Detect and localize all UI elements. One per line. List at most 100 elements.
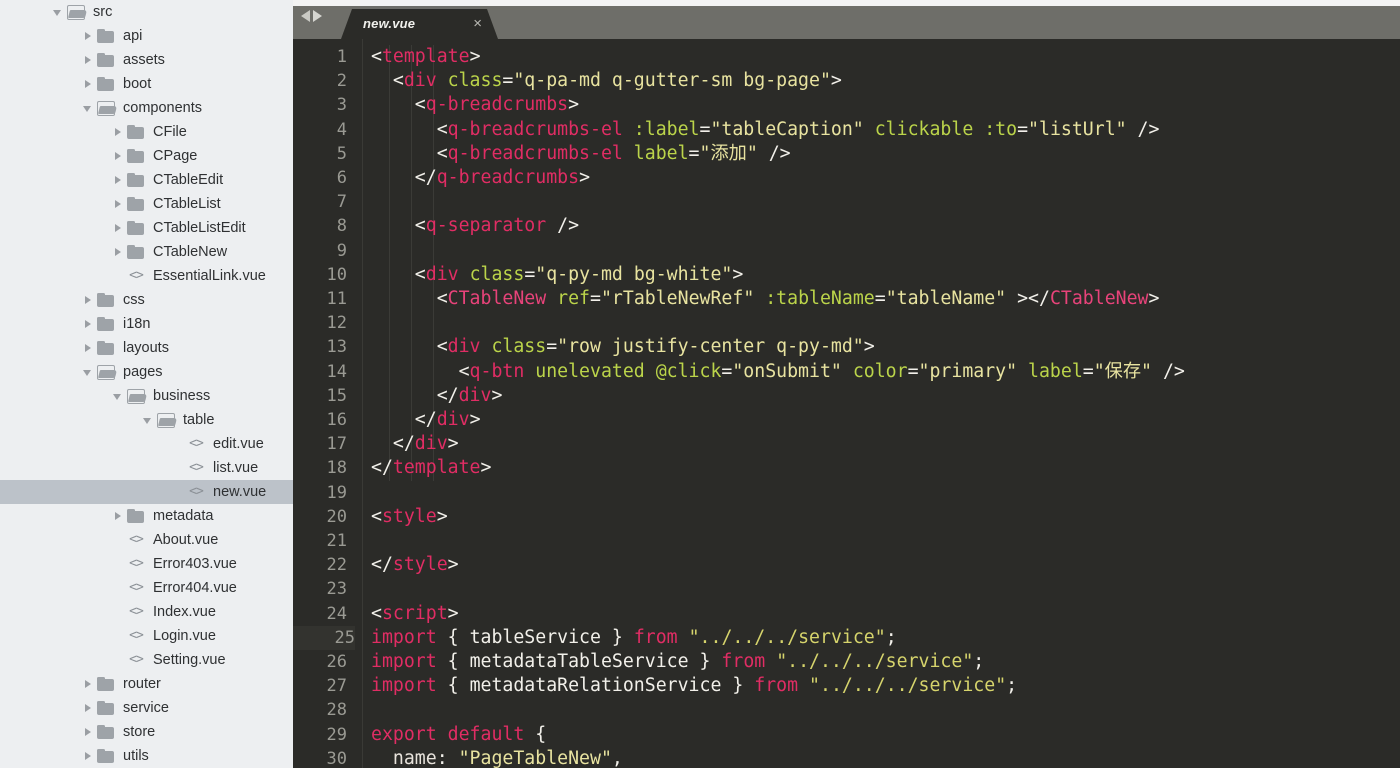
tree-item[interactable]: CTableListEdit xyxy=(0,216,293,240)
tree-item[interactable]: service xyxy=(0,696,293,720)
chevron-right-icon[interactable] xyxy=(82,312,96,336)
code-line[interactable]: <template> xyxy=(371,45,481,69)
editor-tab-new-vue[interactable]: new.vue × xyxy=(341,9,498,39)
code-token-punc: > xyxy=(1148,288,1160,309)
folder-icon xyxy=(126,192,146,216)
vue-file-icon: <> xyxy=(189,484,204,499)
chevron-right-icon[interactable] xyxy=(112,504,126,528)
chevron-right-icon[interactable] xyxy=(82,672,96,696)
tree-item[interactable]: boot xyxy=(0,72,293,96)
tree-item[interactable]: router xyxy=(0,672,293,696)
code-token-str: "q-pa-md q-gutter-sm bg-page" xyxy=(513,70,831,92)
chevron-right-icon[interactable] xyxy=(82,720,96,744)
vue-file-icon: <> xyxy=(129,580,144,595)
chevron-down-icon[interactable] xyxy=(112,384,126,408)
tree-item[interactable]: <> Setting.vue xyxy=(0,648,293,672)
chevron-right-icon[interactable] xyxy=(112,192,126,216)
code-line[interactable]: import { tableService } from "../../../s… xyxy=(371,626,897,650)
tree-item[interactable]: api xyxy=(0,24,293,48)
code-view[interactable]: 1 2 3 4 5 6 7 8 9 10 11 12 13 14 15 16 17 18 19 20 21 22 23 24 2… xyxy=(293,39,1400,768)
chevron-right-icon[interactable] xyxy=(82,48,96,72)
tree-item-selected[interactable]: <> new.vue xyxy=(0,480,293,504)
tree-item[interactable]: assets xyxy=(0,48,293,72)
tree-item[interactable]: i18n xyxy=(0,312,293,336)
chevron-down-icon[interactable] xyxy=(52,0,66,24)
code-token-tag: style xyxy=(381,505,437,527)
close-icon[interactable]: × xyxy=(473,9,482,39)
chevron-right-icon[interactable] xyxy=(112,144,126,168)
code-line[interactable]: <q-breadcrumbs-el :label="tableCaption" … xyxy=(437,118,1160,142)
chevron-right-icon[interactable] xyxy=(82,288,96,312)
tree-item[interactable]: utils xyxy=(0,744,293,768)
chevron-right-icon[interactable] xyxy=(112,120,126,144)
code-token-punc: > xyxy=(579,167,591,188)
code-line[interactable]: <style> xyxy=(371,505,448,529)
tab-nav-arrows[interactable] xyxy=(301,10,322,22)
code-token-punc: </ xyxy=(371,554,393,576)
chevron-right-icon[interactable] xyxy=(82,24,96,48)
tree-item[interactable]: <> list.vue xyxy=(0,456,293,480)
code-line[interactable]: <div class="q-pa-md q-gutter-sm bg-page"… xyxy=(393,69,842,93)
chevron-right-icon[interactable] xyxy=(112,216,126,240)
code-line[interactable]: <q-breadcrumbs> xyxy=(415,93,579,117)
code-line[interactable]: <q-separator /> xyxy=(415,214,579,238)
tree-item[interactable]: <> Error403.vue xyxy=(0,552,293,576)
chevron-right-icon[interactable] xyxy=(82,72,96,96)
code-line[interactable]: <CTableNew ref="rTableNewRef" :tableName… xyxy=(437,287,1160,311)
code-token-attr: @click xyxy=(655,360,722,382)
tree-item[interactable]: CPage xyxy=(0,144,293,168)
tree-item[interactable]: src xyxy=(0,0,293,24)
code-token-punc: > xyxy=(447,554,459,576)
gutter-divider xyxy=(362,39,363,768)
chevron-down-icon[interactable] xyxy=(82,360,96,384)
code-token-attr: unelevated xyxy=(535,360,645,382)
tree-item[interactable]: layouts xyxy=(0,336,293,360)
arrow-right-icon[interactable] xyxy=(313,10,322,22)
line-number: 8 xyxy=(336,216,347,237)
file-explorer-sidebar[interactable]: src api assets boot components CFile CPage CTab… xyxy=(0,0,293,768)
chevron-right-icon[interactable] xyxy=(112,168,126,192)
chevron-right-icon[interactable] xyxy=(82,696,96,720)
tree-item[interactable]: <> edit.vue xyxy=(0,432,293,456)
tree-item[interactable]: <> Index.vue xyxy=(0,600,293,624)
code-line[interactable]: </div> xyxy=(415,408,481,432)
chevron-down-icon[interactable] xyxy=(142,408,156,432)
tree-item[interactable]: table xyxy=(0,408,293,432)
code-line[interactable]: <div class="q-py-md bg-white"> xyxy=(415,263,744,287)
code-line[interactable]: <div class="row justify-center q-py-md"> xyxy=(437,335,875,359)
tree-item[interactable]: <> Error404.vue xyxy=(0,576,293,600)
tree-item[interactable]: pages xyxy=(0,360,293,384)
code-line[interactable]: import { metadataRelationService } from … xyxy=(371,674,1017,698)
tree-item[interactable]: <> About.vue xyxy=(0,528,293,552)
code-line[interactable]: </div> xyxy=(393,432,459,456)
code-token-punc: < xyxy=(414,263,426,285)
tree-item[interactable]: business xyxy=(0,384,293,408)
code-line[interactable]: </template> xyxy=(371,456,491,480)
chevron-right-icon[interactable] xyxy=(82,336,96,360)
tree-item[interactable]: store xyxy=(0,720,293,744)
code-line[interactable]: <q-breadcrumbs-el label="添加" /> xyxy=(437,142,791,166)
code-line[interactable]: </div> xyxy=(437,384,503,408)
code-line[interactable]: <script> xyxy=(371,602,459,626)
tree-item[interactable]: metadata xyxy=(0,504,293,528)
tree-item[interactable]: css xyxy=(0,288,293,312)
chevron-right-icon[interactable] xyxy=(112,240,126,264)
chevron-right-icon[interactable] xyxy=(82,744,96,768)
code-line[interactable]: export default { xyxy=(371,723,546,747)
chevron-down-icon[interactable] xyxy=(82,96,96,120)
code-line[interactable]: import { metadataTableService } from "..… xyxy=(371,650,984,674)
tree-item[interactable]: <> Login.vue xyxy=(0,624,293,648)
tree-item[interactable]: CTableList xyxy=(0,192,293,216)
tree-item[interactable]: CTableEdit xyxy=(0,168,293,192)
tree-item[interactable]: <> EssentialLink.vue xyxy=(0,264,293,288)
arrow-left-icon[interactable] xyxy=(301,10,310,22)
tree-item[interactable]: CTableNew xyxy=(0,240,293,264)
code-line[interactable]: name: "PageTableNew", xyxy=(393,747,623,768)
tree-item[interactable]: CFile xyxy=(0,120,293,144)
code-line[interactable]: </q-breadcrumbs> xyxy=(415,166,590,190)
code-line[interactable]: <q-btn unelevated @click="onSubmit" colo… xyxy=(459,360,1185,384)
code-line[interactable]: </style> xyxy=(371,553,459,577)
tree-item[interactable]: components xyxy=(0,96,293,120)
